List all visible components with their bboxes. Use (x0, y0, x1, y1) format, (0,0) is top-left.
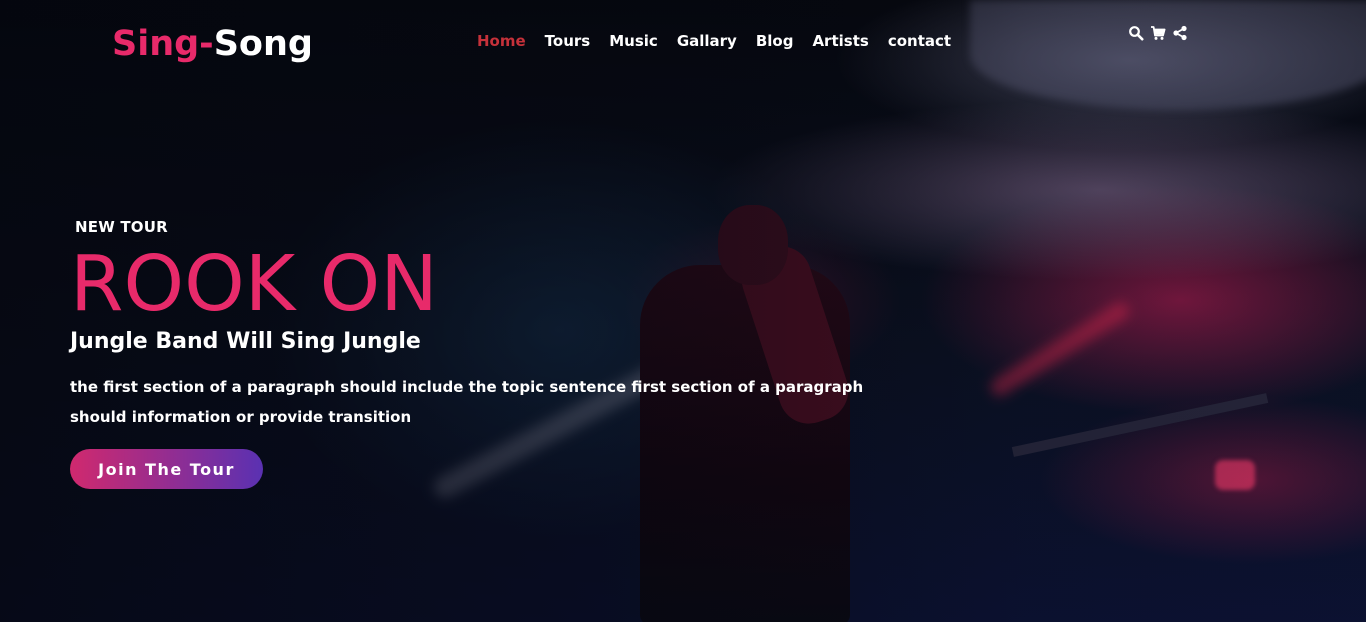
nav-item-blog[interactable]: Blog (756, 32, 794, 50)
logo-part-2: Song (213, 24, 313, 64)
hero-subhead: Jungle Band Will Sing Jungle (70, 329, 421, 354)
share-icon[interactable] (1172, 25, 1188, 41)
site-logo[interactable]: Sing-Song (112, 24, 313, 64)
nav-item-contact[interactable]: contact (888, 32, 951, 50)
nav-item-music[interactable]: Music (609, 32, 658, 50)
nav-item-tours[interactable]: Tours (545, 32, 591, 50)
nav-item-artists[interactable]: Artists (812, 32, 868, 50)
nav-item-home[interactable]: Home (477, 32, 526, 50)
hero-eyebrow: NEW TOUR (75, 218, 168, 236)
join-tour-button[interactable]: Join The Tour (70, 449, 263, 489)
hero-headline: ROOK ON (70, 240, 438, 329)
cart-icon[interactable] (1150, 25, 1166, 41)
header-tools (1128, 25, 1188, 41)
search-icon[interactable] (1128, 25, 1144, 41)
nav-item-gallary[interactable]: Gallary (677, 32, 737, 50)
hero-paragraph: the first section of a paragraph should … (70, 378, 864, 426)
main-nav: Home Tours Music Gallary Blog Artists co… (477, 32, 970, 50)
logo-part-1: Sing- (112, 24, 214, 64)
